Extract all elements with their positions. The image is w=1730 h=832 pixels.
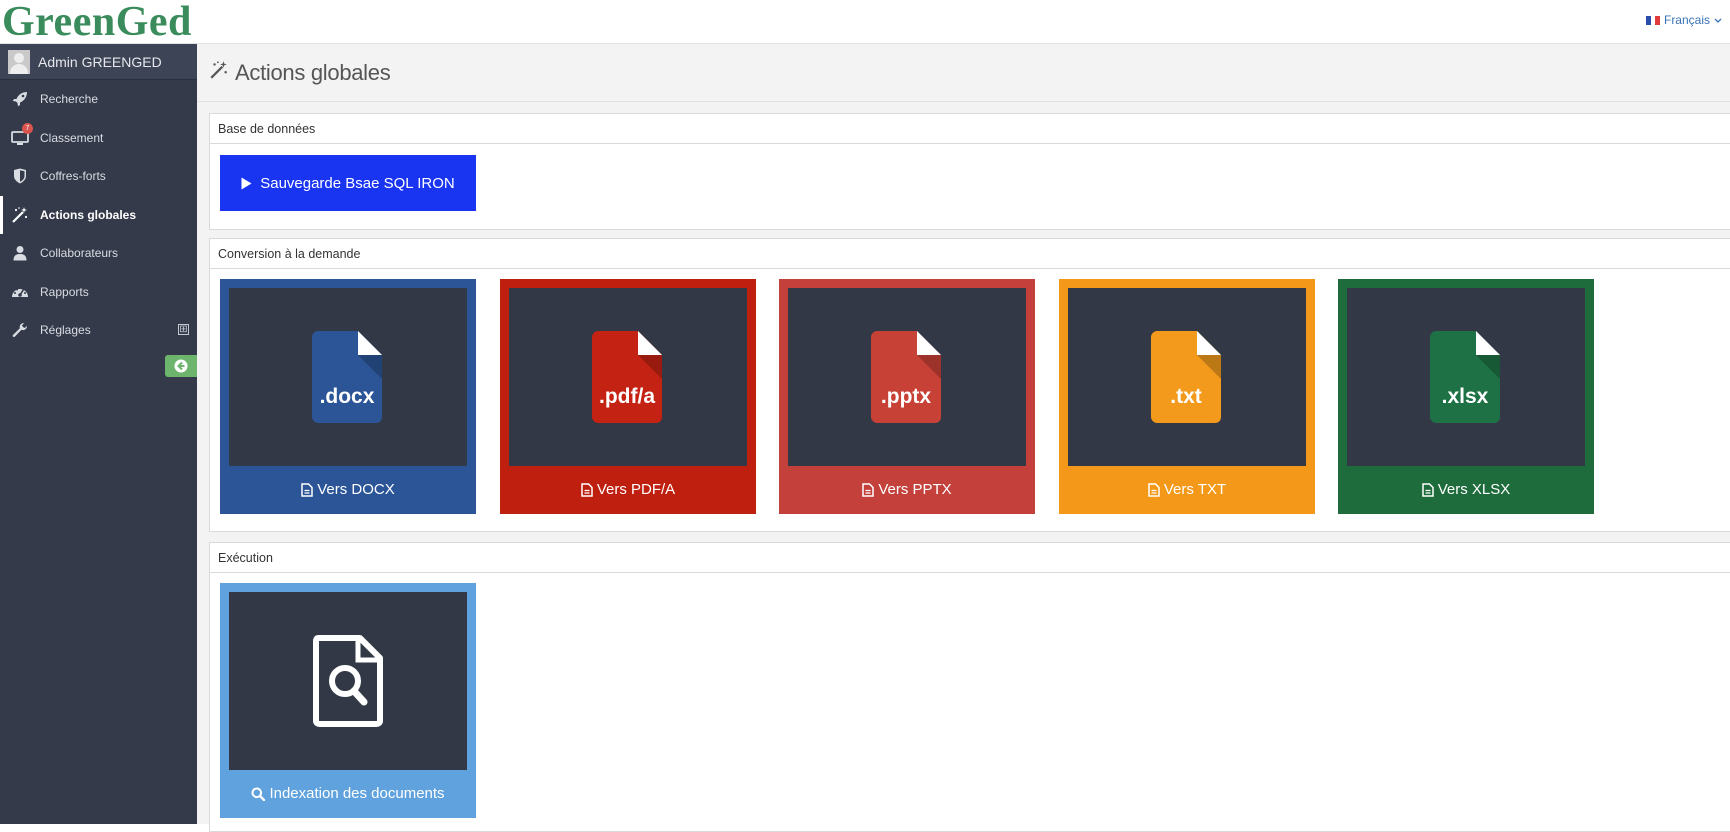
collapse-sidebar-button[interactable] xyxy=(165,355,197,377)
sidebar-item-reglages[interactable]: Réglages ⊞ xyxy=(0,311,197,350)
sidebar-item-label: Recherche xyxy=(40,92,99,107)
sidebar-item-label: Rapports xyxy=(40,284,89,299)
file-extension-label: .xlsx xyxy=(1442,385,1489,408)
sidebar-item-label: Classement xyxy=(40,130,104,145)
file-icon xyxy=(1148,482,1160,497)
arrow-left-circle-icon xyxy=(174,359,188,373)
database-panel: Base de données Sauvegarde Bsae SQL IRON xyxy=(209,113,1730,230)
panel-heading: Conversion à la demande xyxy=(210,239,1730,269)
file-icon xyxy=(862,482,875,497)
file-icon xyxy=(581,482,593,497)
convert-label: Vers PDF/A xyxy=(596,481,676,498)
wrench-icon xyxy=(10,320,30,340)
play-icon xyxy=(241,177,252,189)
file-type-icon: .docx xyxy=(312,331,382,423)
avatar xyxy=(8,49,30,74)
tile-label: Vers TXT xyxy=(1059,481,1315,498)
language-label: Français xyxy=(1663,13,1710,27)
sidebar-item-label: Actions globales xyxy=(40,207,137,222)
file-extension-label: .pdf/a xyxy=(599,385,655,408)
convert-tile-vers-docx[interactable]: .docx Vers DOCX xyxy=(220,279,476,514)
tile-image: .docx xyxy=(229,288,467,466)
tile-image: .pptx xyxy=(788,288,1026,466)
conversion-panel: Conversion à la demande .docx Vers DOCX .p… xyxy=(209,238,1730,532)
sidebar-item-label: Collaborateurs xyxy=(40,246,119,261)
tile-image xyxy=(229,592,467,770)
indexation-tile[interactable]: Indexation des documents xyxy=(220,583,476,818)
execution-panel: Exécution Indexation des documents xyxy=(209,542,1730,832)
sql-backup-label: Sauvegarde Bsae SQL IRON xyxy=(260,174,455,192)
tile-label: Vers PDF/A xyxy=(500,481,756,498)
sidebar-item-rapports[interactable]: Rapports xyxy=(0,273,197,312)
convert-label: Vers PPTX xyxy=(878,481,952,498)
sidebar-item-label: Coffres-forts xyxy=(40,169,106,184)
convert-tile-vers-pptx[interactable]: .pptx Vers PPTX xyxy=(779,279,1035,514)
tile-image: .txt xyxy=(1068,288,1306,466)
file-type-icon: .pptx xyxy=(871,331,941,423)
convert-tile-vers-pdf-a[interactable]: .pdf/a Vers PDF/A xyxy=(500,279,756,514)
convert-label: Vers TXT xyxy=(1163,481,1227,498)
indexation-label: Indexation des documents xyxy=(269,785,445,802)
magic-wand-icon xyxy=(209,60,229,85)
convert-tile-vers-txt[interactable]: .txt Vers TXT xyxy=(1059,279,1315,514)
user-profile[interactable]: Admin GREENGED xyxy=(0,44,197,80)
tile-image: .pdf/a xyxy=(509,288,747,466)
top-bar: GreenGed Français xyxy=(0,0,1730,46)
convert-label: Vers XLSX xyxy=(1437,481,1511,498)
monitor-icon: 7 xyxy=(10,122,33,148)
sidebar-item-collaborateurs[interactable]: Collaborateurs xyxy=(0,234,197,273)
sidebar-item-label: Réglages xyxy=(40,323,91,338)
user-name: Admin GREENGED xyxy=(38,53,162,70)
language-selector[interactable]: Français xyxy=(1645,13,1722,27)
main-content: Actions globales Base de données Sauvega… xyxy=(197,44,1730,832)
expand-icon[interactable]: ⊞ xyxy=(178,324,189,335)
rocket-icon xyxy=(10,89,30,109)
chevron-down-icon xyxy=(1714,13,1722,27)
french-flag-icon xyxy=(1645,15,1660,25)
tile-label: Vers PPTX xyxy=(779,481,1035,498)
convert-label: Vers DOCX xyxy=(317,481,395,498)
panel-heading: Base de données xyxy=(210,114,1730,144)
shield-icon xyxy=(10,166,30,186)
page-header: Actions globales xyxy=(197,44,1730,102)
sidebar-item-coffres-forts[interactable]: Coffres-forts xyxy=(0,157,197,196)
document-search-icon xyxy=(313,635,383,727)
panel-heading: Exécution xyxy=(210,543,1730,573)
file-extension-label: .txt xyxy=(1170,385,1202,408)
file-type-icon: .pdf/a xyxy=(592,331,662,423)
sidebar-item-actions-globales[interactable]: Actions globales xyxy=(0,195,197,234)
logo[interactable]: GreenGed xyxy=(2,0,192,46)
file-icon xyxy=(1421,482,1434,497)
file-extension-label: .pptx xyxy=(881,385,931,408)
page-title: Actions globales xyxy=(235,59,391,85)
sidebar-item-classement[interactable]: 7 Classement xyxy=(0,119,197,158)
sidebar: Admin GREENGED Recherche 7 Classement Co… xyxy=(0,44,197,824)
tile-image: .xlsx xyxy=(1347,288,1585,466)
notification-badge: 7 xyxy=(22,122,33,134)
search-icon xyxy=(251,787,266,801)
file-type-icon: .txt xyxy=(1151,331,1221,423)
magic-wand-icon xyxy=(10,205,30,225)
sql-backup-button[interactable]: Sauvegarde Bsae SQL IRON xyxy=(220,155,476,211)
dashboard-icon xyxy=(10,282,30,302)
sidebar-item-recherche[interactable]: Recherche xyxy=(0,80,197,119)
user-icon xyxy=(10,243,30,263)
file-extension-label: .docx xyxy=(320,385,375,408)
tile-label: Vers DOCX xyxy=(220,481,476,498)
convert-tile-vers-xlsx[interactable]: .xlsx Vers XLSX xyxy=(1338,279,1594,514)
tile-label: Indexation des documents xyxy=(220,785,476,802)
tile-label: Vers XLSX xyxy=(1338,481,1594,498)
file-icon xyxy=(301,482,313,497)
file-type-icon: .xlsx xyxy=(1430,331,1500,423)
